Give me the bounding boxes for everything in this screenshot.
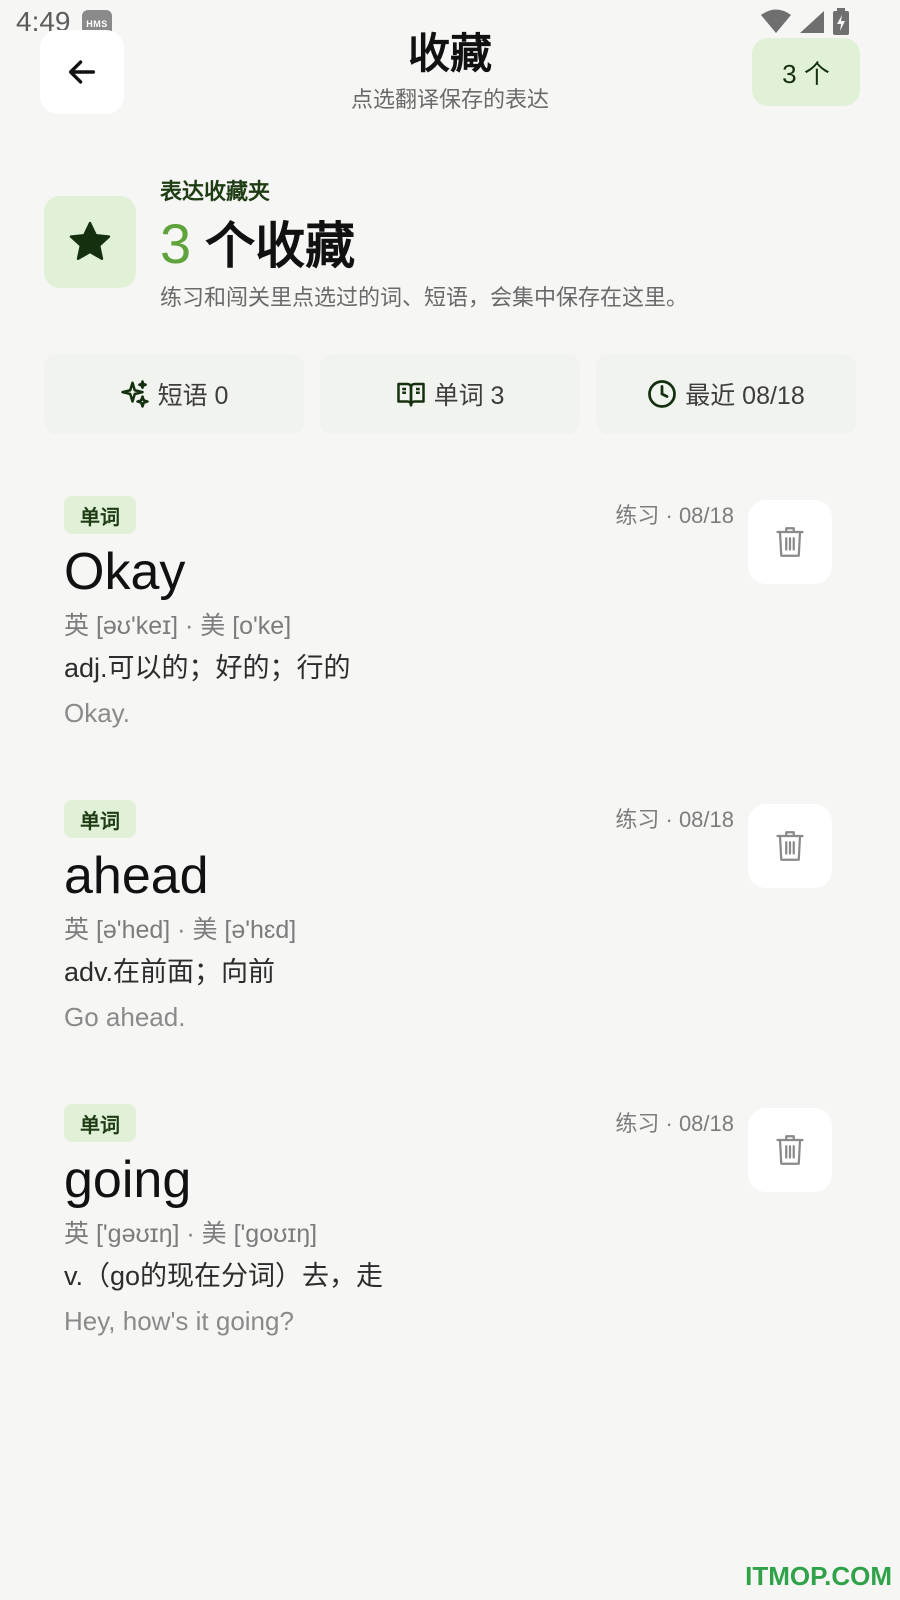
phonetic: 英 [ə'hed] · 美 [ə'hɛd]: [64, 916, 297, 944]
section-label: 表达收藏夹: [160, 179, 271, 204]
type-badge: 单词: [64, 496, 136, 534]
card-meta: 练习 · 08/18: [615, 503, 734, 528]
example-sentence: Okay.: [64, 698, 130, 728]
book-icon: [396, 382, 425, 407]
meaning: v.（go的现在分词）去，走: [64, 1261, 384, 1291]
word: going: [64, 1151, 192, 1209]
phonetic: 英 ['ɡəʊɪŋ] · 美 ['ɡoʊɪŋ]: [64, 1220, 318, 1248]
stat-words[interactable]: 单词 3: [320, 354, 580, 434]
star-icon: [69, 221, 111, 260]
sparkle-icon: [120, 380, 149, 408]
example-sentence: Hey, how's it going?: [64, 1306, 294, 1336]
count-label: 3 个: [782, 58, 830, 89]
phonetic: 英 [əʊ'keɪ] · 美 [o'ke]: [64, 612, 292, 640]
summary-number: 3: [160, 212, 192, 275]
favorite-card[interactable]: 单词 练习 · 08/18 Okay 英 [əʊ'keɪ] · 美 [o'ke]…: [0, 496, 900, 786]
stat-recent-label: 最近 08/18: [685, 382, 805, 410]
favorite-card[interactable]: 单词 练习 · 08/18 going 英 ['ɡəʊɪŋ] · 美 ['ɡoʊ…: [0, 1104, 900, 1394]
word: Okay: [64, 543, 186, 601]
stat-phrases-label: 短语 0: [157, 382, 229, 410]
favorite-card[interactable]: 单词 练习 · 08/18 ahead 英 [ə'hed] · 美 [ə'hɛd…: [0, 800, 900, 1090]
type-badge: 单词: [64, 800, 136, 838]
trash-icon: [776, 831, 804, 861]
stat-recent[interactable]: 最近 08/18: [596, 354, 856, 434]
delete-button[interactable]: [748, 804, 832, 888]
trash-icon: [776, 1135, 804, 1165]
meaning: adj.可以的；好的；行的: [64, 653, 351, 683]
favorites-star-tile: [44, 196, 136, 288]
watermark: ITMOP.COM: [745, 1561, 892, 1591]
favorites-screen: 4:49 HMS 收藏 点选翻译保存的表达 3 个 表达收藏夹 3 个收藏 练习…: [0, 0, 900, 1600]
summary-unit: 个收藏: [205, 218, 356, 274]
delete-button[interactable]: [748, 1108, 832, 1192]
summary-description: 练习和闯关里点选过的词、短语，会集中保存在这里。: [160, 285, 689, 310]
word: ahead: [64, 847, 209, 905]
clock-icon: [648, 380, 677, 408]
trash-icon: [776, 527, 804, 557]
stat-phrases[interactable]: 短语 0: [44, 354, 304, 434]
meaning: adv.在前面；向前: [64, 957, 276, 987]
card-meta: 练习 · 08/18: [615, 1111, 734, 1136]
type-badge: 单词: [64, 1104, 136, 1142]
count-button[interactable]: 3 个: [752, 38, 860, 106]
summary-count: 3 个收藏: [160, 206, 355, 278]
example-sentence: Go ahead.: [64, 1002, 186, 1032]
delete-button[interactable]: [748, 500, 832, 584]
card-meta: 练习 · 08/18: [615, 807, 734, 832]
stat-words-label: 单词 3: [433, 382, 505, 410]
